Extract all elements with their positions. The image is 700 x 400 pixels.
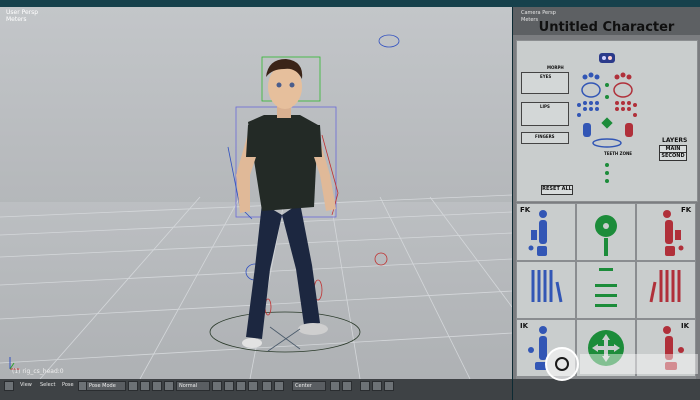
view-units: Meters [6, 16, 27, 23]
menu-view[interactable]: View [20, 381, 32, 390]
picker-view-name: Camera Persp [521, 10, 556, 16]
watermark-logo [545, 347, 698, 381]
shading-solid-icon[interactable] [128, 381, 138, 391]
hand-left-cell[interactable] [517, 262, 575, 318]
torso-center-diagram [595, 268, 617, 307]
scale-icon[interactable] [248, 381, 258, 391]
lock-icon[interactable] [360, 381, 370, 391]
rotate-icon[interactable] [236, 381, 246, 391]
editor-type-icon[interactable] [4, 381, 14, 391]
fk-arm-right-cell[interactable]: FK [637, 204, 695, 260]
proportional-icon[interactable] [342, 381, 352, 391]
ik-label-right: IK [681, 322, 690, 330]
shading-wire-icon[interactable] [140, 381, 150, 391]
snap-icon[interactable] [330, 381, 340, 391]
window-top-strip [0, 0, 700, 7]
camera-icon[interactable] [372, 381, 382, 391]
right-face-controls [613, 72, 637, 137]
layer-1-icon[interactable] [262, 381, 272, 391]
fingers-label: FINGERS [535, 134, 555, 139]
ik-label-left: IK [520, 322, 529, 330]
viewport-header-toolbar: View Select Pose Pose Mode Normal Center [0, 379, 512, 400]
3d-viewport[interactable]: User Persp Meters (1) rig_cs_head:0 [0, 7, 512, 379]
layer-2-icon[interactable] [274, 381, 284, 391]
torso-center-cell[interactable] [577, 262, 635, 318]
eye-target-controller [378, 34, 400, 48]
pivot-dropdown[interactable]: Center [292, 381, 326, 391]
knee-pole-right [374, 252, 388, 266]
layers-label: LAYERS [662, 137, 688, 144]
view-name: User Persp [6, 9, 39, 16]
root-arrows [267, 326, 301, 352]
hand-left-diagram [531, 270, 563, 303]
translate-icon[interactable] [224, 381, 234, 391]
viewport-scene [0, 34, 512, 379]
fk-spine-diagram [595, 215, 617, 256]
manipulator-icon[interactable] [212, 381, 222, 391]
left-face-controls [577, 72, 601, 137]
fk-label-left: FK [520, 206, 531, 214]
eyes-group[interactable]: EYES [521, 72, 569, 94]
mode-dropdown[interactable]: Pose Mode [86, 381, 126, 391]
center-face-controls [592, 83, 622, 183]
morph-label: MORPH [547, 65, 564, 70]
face-rig-diagram[interactable] [573, 45, 653, 197]
fingers-group[interactable]: FINGERS [521, 132, 569, 144]
fk-spine-cell[interactable] [577, 204, 635, 260]
menu-pose[interactable]: Pose [62, 381, 74, 390]
face-picker-area: MORPH EYES LIPS FINGERS TEETH ZONE RESET… [516, 40, 698, 202]
active-object-label: (1) rig_cs_head:0 [12, 368, 64, 375]
hand-right-cell[interactable] [637, 262, 695, 318]
pivot-icon[interactable] [164, 381, 174, 391]
eyes-label: EYES [540, 74, 552, 79]
character-title: Untitled Character [538, 20, 675, 35]
shading-dropdown[interactable]: Normal [176, 381, 210, 391]
lips-group[interactable]: LIPS [521, 102, 569, 126]
fk-label-right: FK [681, 206, 692, 214]
fk-arm-left-cell[interactable]: FK [517, 204, 575, 260]
reset-all-button[interactable]: RESET ALL [541, 185, 573, 195]
lips-label: LIPS [540, 104, 550, 109]
shading-texture-icon[interactable] [152, 381, 162, 391]
eye-target-button [599, 53, 615, 63]
render-icon[interactable] [384, 381, 394, 391]
hand-right-diagram [649, 270, 681, 303]
character-picker-panel: Camera Persp Meters Untitled Character M… [513, 7, 700, 379]
layer-second-button[interactable]: SECOND [659, 152, 687, 161]
menu-select[interactable]: Select [40, 381, 55, 390]
teeth-zone-label: TEETH ZONE [604, 151, 633, 156]
